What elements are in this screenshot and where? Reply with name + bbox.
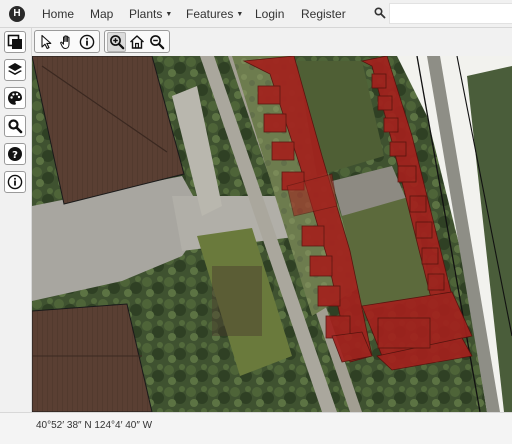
- brand-logo-icon[interactable]: H: [9, 6, 25, 22]
- help-icon: ?: [8, 147, 22, 161]
- pan-hand-icon: [60, 34, 70, 49]
- info-icon: [7, 174, 23, 190]
- top-navbar: H Home Map Plants ▼ Features ▼ Login Regis…: [0, 0, 512, 28]
- zoom-in-icon: [109, 34, 124, 49]
- svg-text:?: ?: [12, 150, 18, 161]
- zoom-tool-group: [104, 30, 170, 53]
- identify-icon: [80, 34, 95, 49]
- navigation-tool-group: [34, 30, 100, 53]
- home-extent-button[interactable]: [127, 32, 146, 52]
- nav-plants-dropdown[interactable]: Plants ▼: [129, 7, 172, 21]
- base-layer-toggle-icon: [7, 34, 22, 49]
- search-icon: [8, 119, 23, 134]
- nav-features-dropdown[interactable]: Features ▼: [186, 7, 243, 21]
- left-toolbar: ?: [0, 28, 32, 412]
- search-button[interactable]: [4, 115, 26, 137]
- zoom-in-button[interactable]: [107, 31, 127, 52]
- nav-features-label: Features: [186, 7, 234, 21]
- select-tool-button[interactable]: [37, 32, 56, 52]
- nav-register-link[interactable]: Register: [301, 7, 346, 21]
- identify-tool-button[interactable]: [78, 32, 97, 52]
- nav-home-link[interactable]: Home: [42, 7, 74, 21]
- chevron-down-icon: ▼: [165, 11, 173, 18]
- map-toolbar: [32, 28, 512, 56]
- info-button[interactable]: [4, 171, 26, 193]
- search-input[interactable]: [389, 3, 512, 24]
- style-button[interactable]: [4, 87, 26, 109]
- nav-map-link[interactable]: Map: [90, 7, 113, 21]
- layers-icon: [8, 63, 22, 75]
- zoom-out-icon: [150, 34, 165, 49]
- zoom-out-button[interactable]: [148, 32, 167, 52]
- status-bar: 40°52′ 38″ N 124°4′ 40″ W: [0, 412, 512, 444]
- search-icon[interactable]: [373, 6, 387, 20]
- home-extent-icon: [130, 34, 145, 49]
- select-arrow-icon: [41, 34, 52, 49]
- cursor-coordinates: 40°52′ 38″ N 124°4′ 40″ W: [36, 420, 153, 431]
- palette-icon: [8, 91, 22, 105]
- map-canvas[interactable]: [32, 56, 512, 412]
- pan-tool-button[interactable]: [57, 32, 76, 52]
- layers-button[interactable]: [4, 59, 26, 81]
- nav-login-link[interactable]: Login: [255, 7, 284, 21]
- base-layer-toggle-button[interactable]: [4, 31, 26, 53]
- aerial-map[interactable]: [32, 56, 512, 412]
- help-button[interactable]: ?: [4, 143, 26, 165]
- chevron-down-icon: ▼: [236, 11, 244, 18]
- nav-plants-label: Plants: [129, 7, 163, 21]
